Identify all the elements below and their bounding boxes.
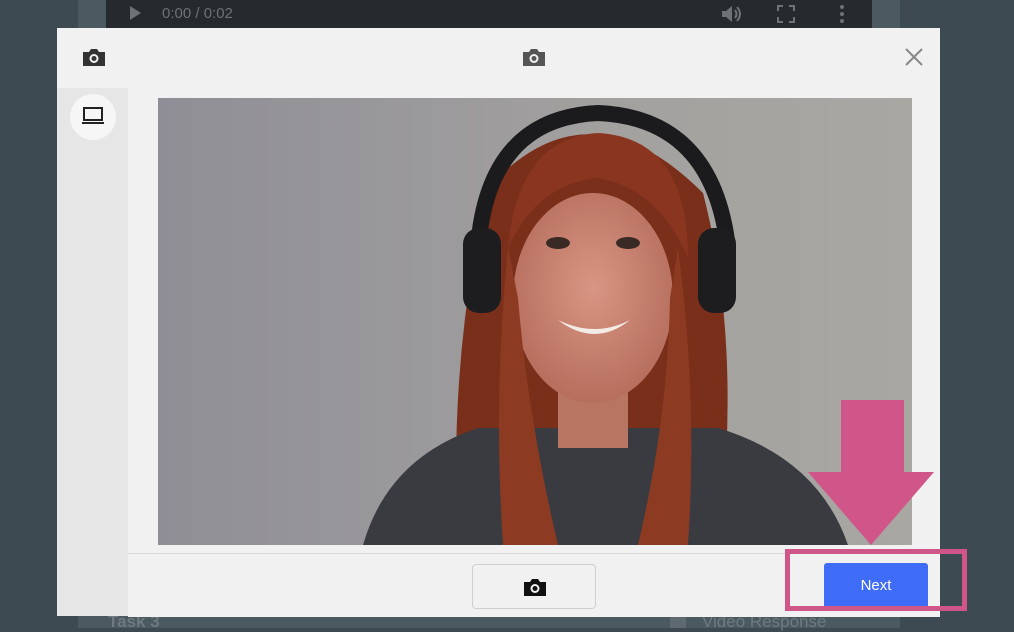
webcam-preview bbox=[158, 98, 912, 545]
camera-icon bbox=[83, 49, 105, 66]
volume-icon[interactable] bbox=[720, 4, 742, 24]
close-icon[interactable] bbox=[903, 46, 925, 68]
screen-source-button[interactable] bbox=[70, 94, 116, 140]
webcam-image bbox=[158, 98, 912, 545]
player-time: 0:00 / 0:02 bbox=[162, 5, 233, 22]
annotation-arrow-down-icon bbox=[808, 400, 934, 545]
laptop-icon bbox=[82, 107, 104, 124]
fullscreen-icon[interactable] bbox=[777, 5, 795, 23]
camera-icon bbox=[523, 49, 545, 66]
annotation-highlight-box bbox=[785, 549, 967, 611]
more-vertical-icon[interactable] bbox=[839, 4, 845, 24]
camera-icon bbox=[524, 579, 546, 596]
source-sidebar bbox=[57, 88, 128, 616]
capture-photo-button[interactable] bbox=[472, 564, 596, 609]
play-icon[interactable] bbox=[130, 6, 141, 20]
